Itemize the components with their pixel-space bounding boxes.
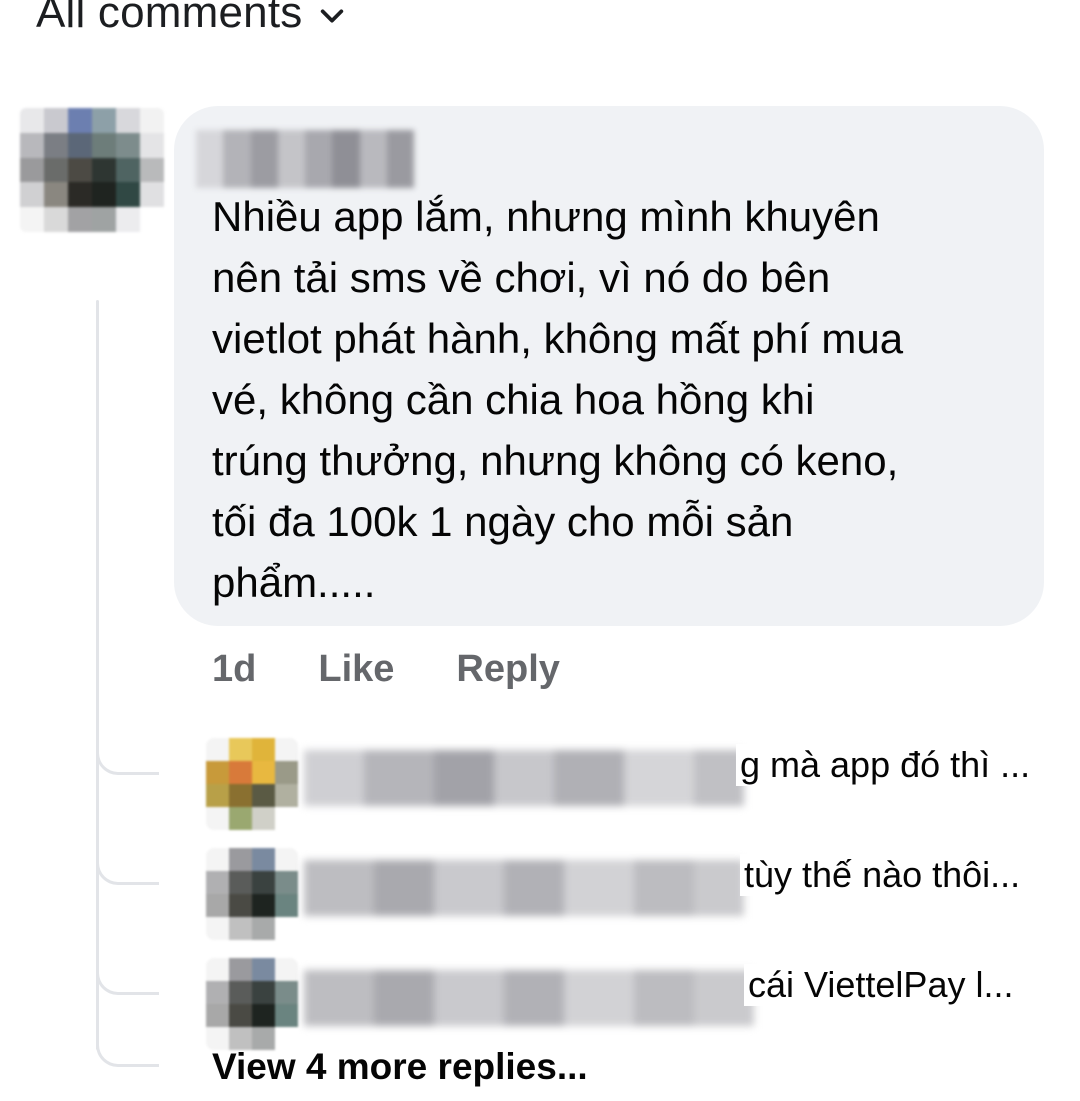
thread-branch — [96, 1024, 159, 1067]
commenter-avatar[interactable] — [20, 108, 164, 232]
reply-avatar — [206, 738, 298, 830]
like-button[interactable]: Like — [318, 648, 394, 691]
reply-button[interactable]: Reply — [456, 648, 559, 691]
comment-actions: 1d Like Reply — [212, 648, 560, 691]
thread-branch — [96, 952, 159, 995]
reply-avatar — [206, 958, 298, 1050]
reply-avatar — [206, 848, 298, 940]
reply-item[interactable]: tùy thế nào thôi... — [196, 836, 1056, 940]
view-more-replies-link[interactable]: View 4 more replies... — [212, 1046, 588, 1088]
reply-author-redacted — [304, 750, 744, 806]
reply-item[interactable]: cái ViettelPay l... — [196, 946, 1056, 1050]
reply-text: tùy thế nào thôi... — [740, 854, 1021, 896]
reply-author-redacted — [304, 860, 744, 916]
reply-text: cái ViettelPay l... — [744, 964, 1014, 1006]
comment-text: Nhiều app lắm, nhưng mình khuyên nên tải… — [212, 193, 904, 606]
author-name-redacted — [196, 130, 414, 188]
comment-timestamp: 1d — [212, 648, 257, 690]
comments-filter-label: All comments — [36, 0, 303, 37]
thread-branch — [96, 732, 159, 775]
reply-item[interactable]: g mà app đó thì ... — [196, 726, 1056, 830]
comments-filter-dropdown[interactable]: All comments — [36, 0, 346, 38]
reply-text: g mà app đó thì ... — [736, 744, 1031, 786]
chevron-down-icon — [321, 9, 344, 23]
reply-author-redacted — [304, 970, 754, 1026]
thread-branch — [96, 842, 159, 885]
thread-line — [96, 300, 99, 1050]
